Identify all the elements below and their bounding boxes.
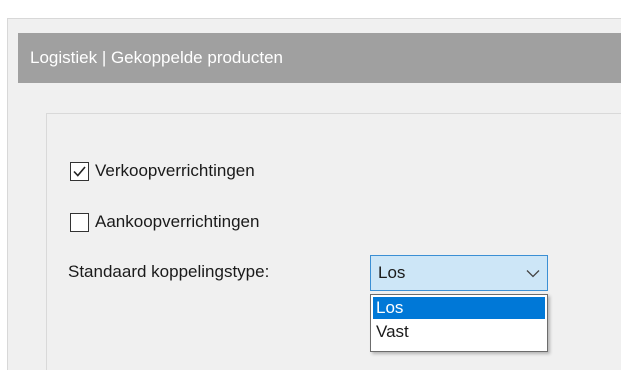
link-type-label: Standaard koppelingstype:	[68, 262, 270, 281]
sales-transactions-label: Verkoopverrichtingen	[95, 161, 255, 180]
purchase-transactions-label: Aankoopverrichtingen	[95, 212, 260, 231]
section-title: Logistiek | Gekoppelde producten	[30, 48, 283, 67]
link-type-selected-value: Los	[378, 263, 406, 282]
purchase-transactions-option[interactable]: Aankoopverrichtingen	[70, 210, 259, 234]
check-icon	[73, 165, 86, 177]
link-type-option-los[interactable]: Los	[373, 297, 545, 319]
chevron-down-icon[interactable]	[519, 269, 547, 278]
purchase-transactions-checkbox[interactable]	[70, 212, 89, 232]
sales-transactions-checkbox[interactable]	[70, 161, 89, 181]
link-type-select[interactable]: Los	[370, 255, 548, 291]
sales-transactions-option[interactable]: Verkoopverrichtingen	[70, 159, 255, 183]
section-header: Logistiek | Gekoppelde producten	[18, 33, 621, 83]
link-type-option-vast[interactable]: Vast	[373, 321, 545, 343]
link-type-dropdown-list: Los Vast	[370, 294, 548, 352]
